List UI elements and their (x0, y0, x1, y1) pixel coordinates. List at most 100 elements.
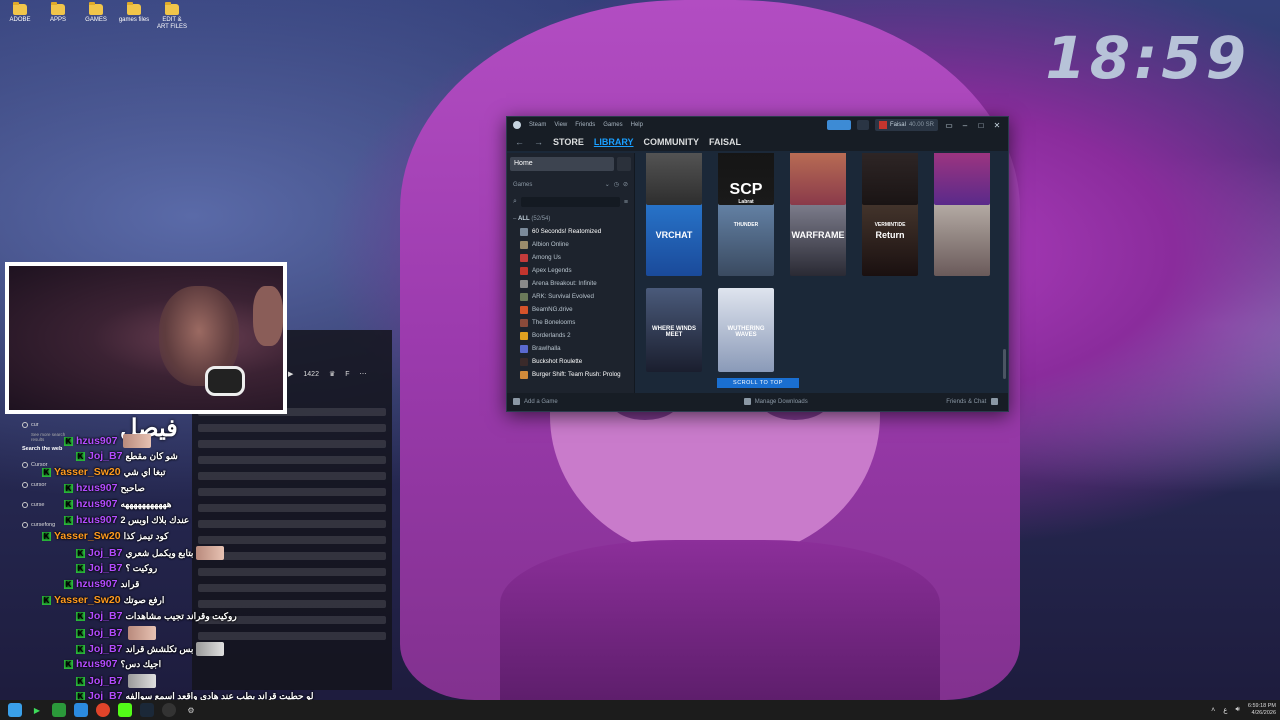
chat-username[interactable]: Joj_B7 (88, 450, 122, 462)
chat-username[interactable]: hzus907 (76, 482, 117, 494)
game-list-item[interactable]: Borderlands 2 (510, 329, 631, 342)
home-button[interactable]: Home (510, 157, 614, 171)
chat-username[interactable]: Joj_B7 (88, 610, 122, 622)
tab-library[interactable]: LIBRARY (594, 137, 634, 147)
bell-icon[interactable] (856, 120, 869, 130)
game-tile[interactable]: SCP Labrat (718, 153, 774, 205)
manage-downloads-button[interactable]: Manage Downloads (743, 398, 808, 406)
search-suggestion[interactable]: curse (22, 498, 70, 512)
minimize-icon[interactable]: – (960, 121, 970, 130)
tab-store[interactable]: STORE (553, 137, 584, 147)
tab-profile[interactable]: FAISAL (709, 137, 741, 147)
filter-lines-icon[interactable]: ≡ (624, 199, 628, 206)
friends-chat-button[interactable]: Friends & Chat (946, 398, 1002, 406)
obs-icon[interactable] (162, 703, 176, 717)
forward-arrow-icon[interactable]: → (534, 137, 543, 147)
menu-help[interactable]: Help (631, 122, 643, 128)
search-suggestion[interactable]: cursor (22, 478, 70, 492)
game-tile[interactable] (646, 153, 702, 205)
chevron-up-icon[interactable]: ˄ (1211, 707, 1215, 714)
volume-icon[interactable]: 🔊︎ (1235, 706, 1239, 714)
tray-clock[interactable]: 6:59:18 PM 4/26/2026 (1248, 703, 1276, 717)
game-list-item[interactable]: Burger Shift: Team Rush: Prolog (510, 368, 631, 381)
chat-username[interactable]: Yasser_Sw20 (54, 530, 121, 542)
tab-community[interactable]: COMMUNITY (644, 137, 700, 147)
game-tile[interactable] (862, 153, 918, 205)
game-list-item[interactable]: 60 Seconds! Reatomized (510, 225, 631, 238)
game-list-item[interactable]: Buckshot Roulette (510, 355, 631, 368)
all-games-header[interactable]: – ALL (52/54) (510, 216, 631, 222)
chevron-down-icon[interactable]: ⌄ (605, 181, 610, 188)
game-tile[interactable] (790, 153, 846, 205)
steam-icon[interactable] (140, 703, 154, 717)
taskbar: ▶ ⚙ ˄ ع 🔊︎ 6:59:18 PM 4/26/2026 (0, 700, 1280, 720)
game-list-item[interactable]: Among Us (510, 251, 631, 264)
chat-username[interactable]: Joj_B7 (88, 627, 122, 639)
chat-username[interactable]: hzus907 (76, 514, 117, 526)
trophy-icon[interactable]: ♛ (329, 370, 335, 378)
game-list-item[interactable]: Arena Breakout: Infinite (510, 277, 631, 290)
chat-message: Khzus907 اجيك دس؟ (64, 658, 161, 670)
game-name: Burger Shift: Team Rush: Prolog (532, 371, 621, 378)
chat-username[interactable]: Joj_B7 (88, 643, 122, 655)
chat-username[interactable]: hzus907 (76, 578, 117, 590)
chat-username[interactable]: Yasser_Sw20 (54, 594, 121, 606)
game-tile[interactable]: WUTHERING WAVES (718, 288, 774, 372)
menu-friends[interactable]: Friends (575, 122, 595, 128)
chat-username[interactable]: hzus907 (76, 658, 117, 670)
filter-icon[interactable]: ⊘ (623, 181, 628, 188)
desktop-icon-label: EDIT & ART FILES (156, 17, 188, 30)
game-tile[interactable] (934, 153, 990, 205)
chat-username[interactable]: Joj_B7 (88, 562, 122, 574)
game-list-item[interactable]: ARK: Survival Evolved (510, 290, 631, 303)
game-list-item[interactable]: Apex Legends (510, 264, 631, 277)
menu-steam[interactable]: Steam (529, 122, 546, 128)
more-icon[interactable]: ⋯ (360, 370, 367, 378)
desktop-icon-games[interactable]: GAMES (80, 2, 112, 31)
game-list-item[interactable]: The Bonelooms (510, 316, 631, 329)
game-list-item[interactable]: Albion Online (510, 238, 631, 251)
search-icon: ⌕ (513, 198, 517, 205)
start-icon[interactable] (8, 703, 22, 717)
chat-message: K Joj_B7 بس تكلشش قراند (76, 642, 225, 656)
game-name: Among Us (532, 254, 561, 261)
desktop-icon-apps[interactable]: APPS (42, 2, 74, 31)
chrome-icon[interactable] (96, 703, 110, 717)
steam-logo-icon[interactable] (513, 121, 521, 129)
chat-username[interactable]: Yasser_Sw20 (54, 466, 121, 478)
chat-username[interactable]: Joj_B7 (88, 547, 122, 559)
game-list-item[interactable]: BeamNG.drive (510, 303, 631, 316)
search-result[interactable]: cur (22, 418, 70, 432)
back-arrow-icon[interactable]: ← (515, 137, 524, 147)
account-menu[interactable]: Faisal 40.00 SR (874, 119, 938, 131)
language-indicator[interactable]: ع (1223, 706, 1227, 714)
desktop-icon-adobe[interactable]: ADOBE (4, 2, 36, 31)
kick-icon[interactable] (118, 703, 132, 717)
scroll-to-top-button[interactable]: SCROLL TO TOP (717, 378, 799, 388)
menu-view[interactable]: View (554, 122, 567, 128)
scrollbar[interactable] (1003, 349, 1006, 379)
desktop-icon-label: ADOBE (9, 17, 31, 23)
clock-icon[interactable]: ◷ (614, 181, 619, 188)
game-list-item[interactable]: Brawlhalla (510, 342, 631, 355)
chat-username[interactable]: hzus907 (76, 435, 117, 447)
chat-username[interactable]: Joj_B7 (88, 675, 122, 687)
settings-icon[interactable]: ⚙ (184, 703, 198, 717)
announcement-button[interactable] (826, 120, 851, 130)
desktop-icon-games-files[interactable]: games files (118, 2, 150, 31)
add-game-button[interactable]: Add a Game (513, 398, 558, 406)
discord-icon[interactable] (74, 703, 88, 717)
desktop-icon-edit-art-files[interactable]: EDIT & ART FILES (156, 2, 188, 31)
games-filter-row[interactable]: Games ⌄ ◷ ⊘ (510, 181, 631, 189)
play-app-icon[interactable]: ▶ (30, 703, 44, 717)
play-icon[interactable]: ▶ (288, 370, 293, 378)
game-tile[interactable]: WHERE WINDS MEET (646, 288, 702, 372)
menu-games[interactable]: Games (603, 122, 622, 128)
close-icon[interactable]: ✕ (992, 121, 1002, 130)
maximize-icon[interactable]: □ (976, 121, 986, 130)
big-picture-icon[interactable]: ▭ (944, 121, 954, 130)
library-search-input[interactable] (520, 197, 620, 207)
chat-app-icon[interactable] (52, 703, 66, 717)
chat-username[interactable]: hzus907 (76, 498, 117, 510)
grid-view-icon[interactable] (617, 157, 631, 171)
